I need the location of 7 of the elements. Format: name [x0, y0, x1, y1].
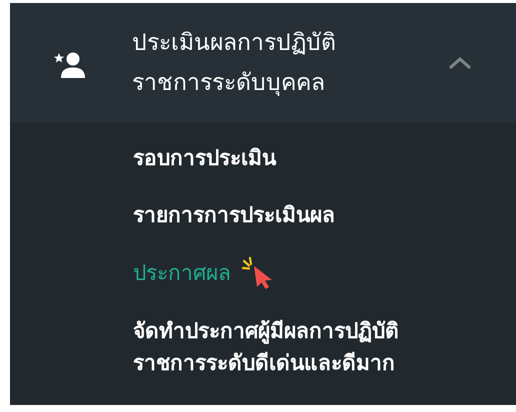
menu-item[interactable]: ประกาศผล	[133, 257, 231, 289]
menu-item[interactable]: รายการการประเมินผล	[133, 199, 335, 231]
menu-group-header[interactable]: ประเมินผลการปฏิบัติ ราชการระดับบุคคล	[10, 3, 516, 122]
menu-item[interactable]: จัดทำประกาศผู้มีผลการปฏิบัติ ราชการระดับดีเด่นและดีมาก	[133, 315, 399, 379]
chevron-icon	[448, 56, 472, 70]
person-star-icon	[54, 50, 86, 78]
menu-item[interactable]: รอบการประเมิน	[133, 142, 276, 174]
